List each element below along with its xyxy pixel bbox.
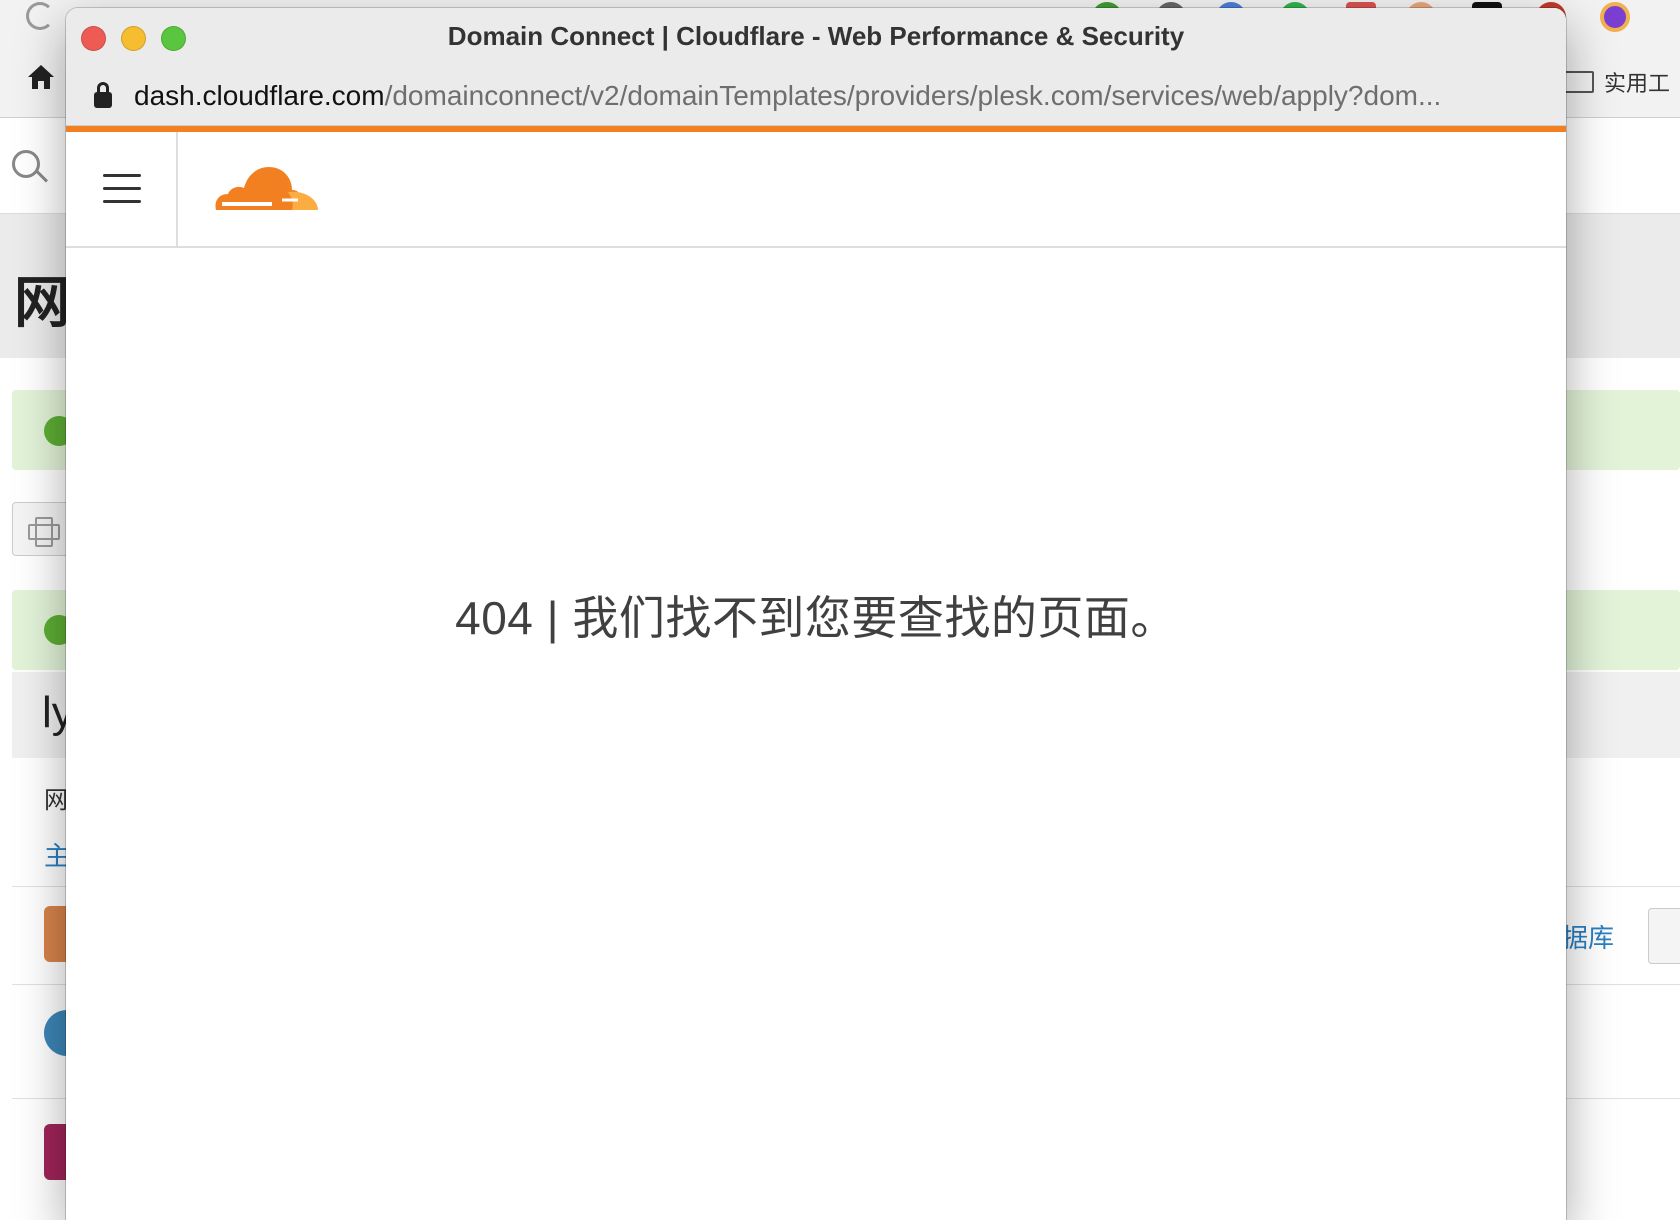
window-title: Domain Connect | Cloudflare - Web Perfor… xyxy=(447,21,1185,51)
minimize-window-button[interactable] xyxy=(121,26,146,51)
home-icon[interactable] xyxy=(26,62,56,92)
cloudflare-header xyxy=(66,132,1566,248)
error-message: 404 | 我们找不到您要查找的页面。 xyxy=(455,592,1177,644)
reload-icon[interactable] xyxy=(26,2,54,30)
database-button[interactable] xyxy=(1648,908,1680,964)
hamburger-menu-icon xyxy=(103,174,141,177)
lock-icon[interactable] xyxy=(94,82,112,108)
address-bar[interactable]: dash.cloudflare.com/domainconnect/v2/dom… xyxy=(66,66,1566,126)
search-icon[interactable] xyxy=(12,150,40,178)
folder-icon xyxy=(1564,71,1594,93)
maximize-window-button[interactable] xyxy=(161,26,186,51)
url-host: dash.cloudflare.com xyxy=(134,80,385,111)
extension-icon[interactable] xyxy=(1600,2,1630,32)
background-page-title: 网 xyxy=(14,271,70,334)
popup-window: Domain Connect | Cloudflare - Web Perfor… xyxy=(66,8,1566,1220)
hamburger-menu-icon xyxy=(103,187,141,190)
bookmark-folder[interactable]: 实用工 xyxy=(1564,66,1670,98)
database-link[interactable]: 据库 xyxy=(1562,918,1614,955)
add-button[interactable] xyxy=(12,502,72,556)
title-bar[interactable]: Domain Connect | Cloudflare - Web Perfor… xyxy=(66,8,1566,66)
cloudflare-logo[interactable] xyxy=(212,158,322,214)
hamburger-menu-icon xyxy=(103,200,141,203)
url-path: /domainconnect/v2/domainTemplates/provid… xyxy=(384,80,1442,111)
hamburger-menu-button[interactable] xyxy=(66,132,178,246)
domain-subtitle: 网 xyxy=(44,787,68,814)
url-text[interactable]: dash.cloudflare.com/domainconnect/v2/dom… xyxy=(134,80,1554,112)
main-content: 404 | 我们找不到您要查找的页面。 xyxy=(66,248,1566,1220)
close-window-button[interactable] xyxy=(81,26,106,51)
bookmark-label: 实用工 xyxy=(1604,71,1671,96)
